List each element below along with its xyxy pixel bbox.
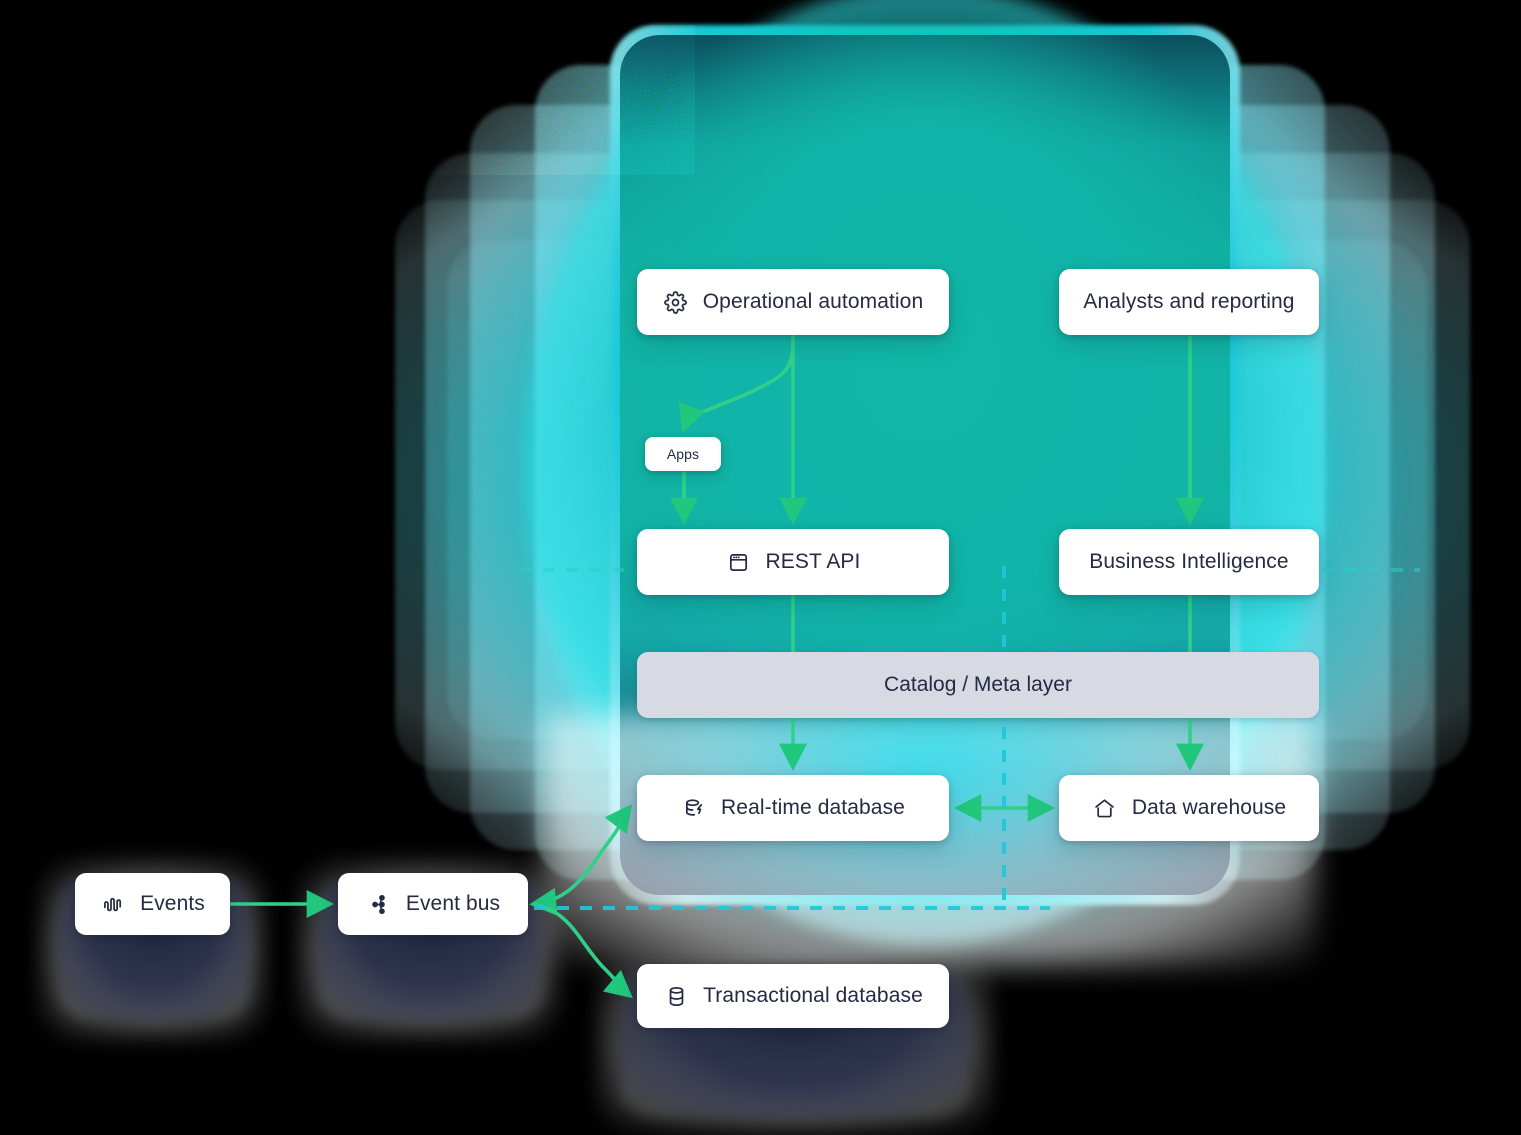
glow-layer-2 (535, 65, 1325, 880)
node-label: Operational automation (702, 290, 924, 313)
node-data-warehouse[interactable]: Data warehouse (1059, 775, 1319, 841)
node-label: REST API (765, 550, 861, 573)
database-bolt-icon (681, 795, 707, 821)
node-apps[interactable]: Apps (645, 437, 721, 471)
edge-eventbus-to-rtdb (528, 803, 633, 916)
node-graph-icon (366, 891, 392, 917)
node-transactional-database[interactable]: Transactional database (637, 964, 949, 1028)
gear-icon (663, 289, 689, 315)
node-label: Real-time database (721, 796, 905, 819)
node-label: Catalog / Meta layer (884, 673, 1072, 696)
node-label: Business Intelligence (1089, 550, 1289, 573)
database-icon (663, 983, 689, 1009)
node-analysts-and-reporting[interactable]: Analysts and reporting (1059, 269, 1319, 335)
node-label: Event bus (405, 892, 501, 915)
window-icon (726, 549, 752, 575)
node-label: Data warehouse (1131, 796, 1287, 819)
edge-eventbus-to-txdb (532, 902, 633, 999)
node-business-intelligence[interactable]: Business Intelligence (1059, 529, 1319, 595)
diagram-canvas: Operational automation Analysts and repo… (0, 0, 1521, 1135)
node-rest-api[interactable]: REST API (637, 529, 949, 595)
node-label: Transactional database (703, 984, 923, 1007)
waveform-icon (100, 891, 126, 917)
node-event-bus[interactable]: Event bus (338, 873, 528, 935)
node-realtime-database[interactable]: Real-time database (637, 775, 949, 841)
node-label: Analysts and reporting (1083, 290, 1295, 313)
noise-texture (395, 25, 695, 175)
glow-layer-3 (470, 105, 1390, 850)
node-label: Apps (666, 446, 700, 462)
node-label: Events (140, 892, 205, 915)
edge-ops-to-apps (678, 335, 795, 433)
node-events[interactable]: Events (75, 873, 230, 935)
node-catalog-meta-layer[interactable]: Catalog / Meta layer (637, 652, 1319, 718)
home-icon (1092, 795, 1118, 821)
node-operational-automation[interactable]: Operational automation (637, 269, 949, 335)
